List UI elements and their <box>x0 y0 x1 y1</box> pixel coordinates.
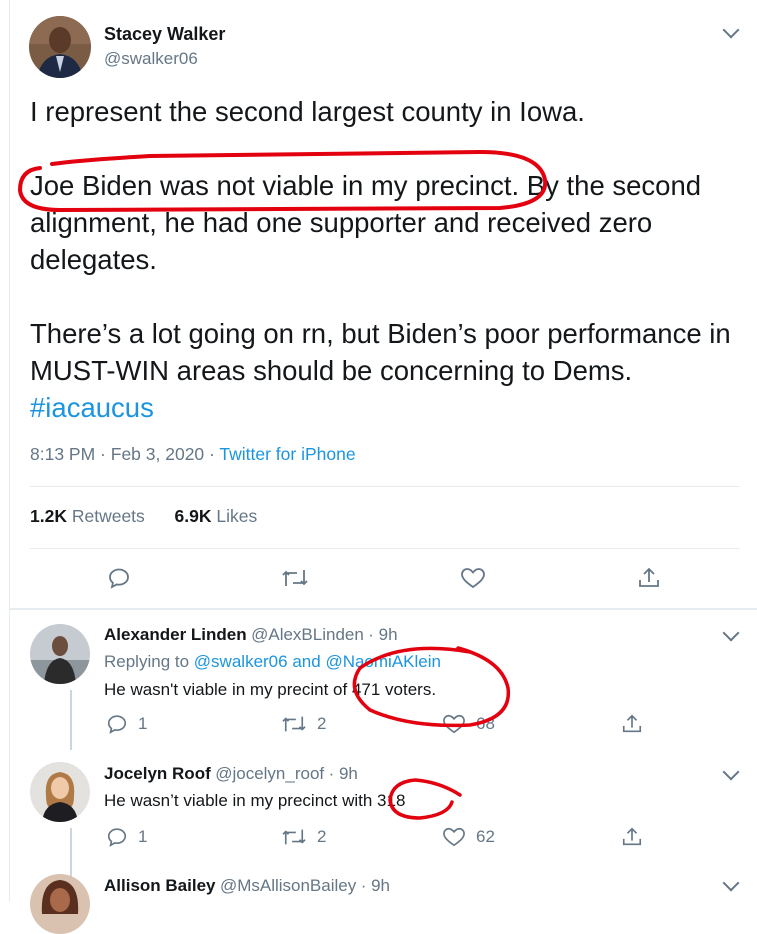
reply-icon <box>107 715 127 734</box>
reply-time[interactable]: · 9h <box>329 764 358 783</box>
divider <box>10 608 757 610</box>
reply-author-handle[interactable]: @jocelyn_roof <box>215 764 324 783</box>
mention-link[interactable]: @swalker06 <box>194 652 288 671</box>
reply-count: 1 <box>138 714 148 733</box>
divider <box>30 486 740 487</box>
reply-author-name[interactable]: Jocelyn Roof <box>104 764 211 783</box>
chevron-down-icon[interactable] <box>722 21 740 39</box>
avatar[interactable] <box>30 762 90 822</box>
reply-button[interactable] <box>107 566 131 590</box>
share-icon <box>622 714 642 733</box>
reply-text: He wasn't viable in my precint of 471 vo… <box>104 680 437 699</box>
mention-link[interactable]: @NaomiAKlein <box>325 652 441 671</box>
like-count: 68 <box>476 714 495 733</box>
like-icon <box>443 714 465 734</box>
avatar[interactable] <box>30 624 90 684</box>
hashtag-link[interactable]: #iacaucus <box>30 392 154 423</box>
like-count: 62 <box>476 827 495 846</box>
reply-author-handle[interactable]: @MsAllisonBailey <box>220 876 356 895</box>
chevron-down-icon[interactable] <box>722 763 740 781</box>
tweet-paragraph: There’s a lot going on rn, but Biden’s p… <box>30 318 731 386</box>
tweet-thread: Stacey Walker @swalker06 I represent the… <box>9 0 757 934</box>
reply-author-name[interactable]: Alexander Linden <box>104 625 247 644</box>
reply-header: Alexander Linden @AlexBLinden · 9h <box>104 625 398 645</box>
thread-line <box>70 690 72 750</box>
reply-header: Allison Bailey @MsAllisonBailey · 9h <box>104 876 390 896</box>
share-button[interactable] <box>621 713 643 735</box>
tweet-time[interactable]: 8:13 PM <box>30 444 95 464</box>
reply-time[interactable]: · 9h <box>361 876 390 895</box>
tweet-date[interactable]: Feb 3, 2020 <box>111 444 204 464</box>
likes-stat[interactable]: 6.9K Likes <box>175 506 258 526</box>
share-button[interactable] <box>637 566 661 590</box>
like-button[interactable] <box>460 566 486 590</box>
retweet-count: 2 <box>317 827 327 846</box>
author-name[interactable]: Stacey Walker <box>104 24 225 45</box>
retweet-button[interactable]: 2 <box>281 713 326 735</box>
share-icon <box>622 827 642 846</box>
reply-text: He wasn’t viable in my precinct with 318 <box>104 791 406 810</box>
tweet-source[interactable]: Twitter for iPhone <box>219 444 355 464</box>
retweet-icon <box>282 570 308 586</box>
reply-author-handle[interactable]: @AlexBLinden <box>251 625 364 644</box>
divider <box>30 548 740 549</box>
chevron-down-icon[interactable] <box>722 624 740 642</box>
avatar[interactable] <box>29 16 91 78</box>
chevron-down-icon[interactable] <box>722 874 740 892</box>
like-button[interactable]: 62 <box>442 826 495 848</box>
share-icon <box>639 567 659 587</box>
like-button[interactable]: 68 <box>442 713 495 735</box>
tweet-paragraph: I represent the second largest county in… <box>30 96 585 127</box>
retweet-icon <box>282 829 306 845</box>
tweet-paragraph: Joe Biden was not viable in my precinct.… <box>30 170 702 275</box>
tweet-meta: 8:13 PM · Feb 3, 2020 · Twitter for iPho… <box>30 444 356 464</box>
thread-line <box>70 828 72 878</box>
reply-icon <box>109 568 129 589</box>
retweet-icon <box>282 716 306 732</box>
retweet-button[interactable]: 2 <box>281 826 326 848</box>
like-icon <box>443 827 465 847</box>
reply-author-name[interactable]: Allison Bailey <box>104 876 215 895</box>
share-button[interactable] <box>621 826 643 848</box>
author-handle[interactable]: @swalker06 <box>104 49 198 69</box>
retweet-button[interactable] <box>281 566 309 590</box>
tweet-text: I represent the second largest county in… <box>30 93 750 426</box>
replying-to: Replying to @swalker06 and @NaomiAKlein <box>104 652 441 671</box>
reply-button[interactable]: 1 <box>106 713 147 735</box>
retweets-stat[interactable]: 1.2K Retweets <box>30 506 145 526</box>
reply-icon <box>107 828 127 847</box>
retweet-count: 2 <box>317 714 327 733</box>
like-icon <box>461 568 485 589</box>
avatar[interactable] <box>30 874 90 934</box>
reply-header: Jocelyn Roof @jocelyn_roof · 9h <box>104 764 358 784</box>
reply-count: 1 <box>138 827 148 846</box>
reply-time[interactable]: · 9h <box>368 625 397 644</box>
reply-button[interactable]: 1 <box>106 826 147 848</box>
tweet-stats: 1.2K Retweets 6.9K Likes <box>30 506 257 527</box>
